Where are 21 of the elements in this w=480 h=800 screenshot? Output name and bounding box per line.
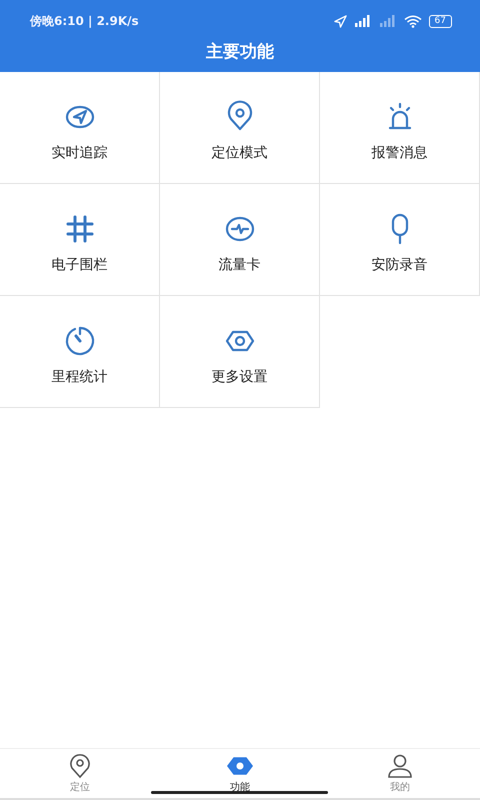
signal-icon bbox=[354, 15, 372, 27]
feature-tile[interactable]: 定位模式 bbox=[160, 72, 320, 184]
location-pin-icon bbox=[67, 753, 93, 779]
feature-tile[interactable]: 更多设置 bbox=[160, 296, 320, 408]
wifi-icon bbox=[404, 14, 422, 28]
feature-tile[interactable]: 电子围栏 bbox=[0, 184, 160, 296]
feature-tile[interactable]: 实时追踪 bbox=[0, 72, 160, 184]
location-arrow-icon bbox=[334, 14, 347, 28]
feature-tile[interactable]: 流量卡 bbox=[160, 184, 320, 296]
signal-icon bbox=[378, 15, 397, 27]
nav-tab[interactable]: 我的 bbox=[320, 749, 480, 798]
nav-tab[interactable]: 功能 bbox=[160, 749, 320, 798]
feature-tile[interactable]: 里程统计 bbox=[0, 296, 160, 408]
battery-level: 67 bbox=[428, 14, 452, 28]
feature-tile[interactable]: 报警消息 bbox=[320, 72, 480, 184]
status-time: 傍晚6:10 | 2.9K/s bbox=[30, 12, 139, 30]
nav-tab[interactable]: 定位 bbox=[0, 749, 160, 798]
home-indicator[interactable] bbox=[151, 791, 328, 794]
person-icon bbox=[387, 753, 413, 779]
feature-tile[interactable]: 安防录音 bbox=[320, 184, 480, 296]
page-title: 主要功能 bbox=[205, 40, 275, 64]
